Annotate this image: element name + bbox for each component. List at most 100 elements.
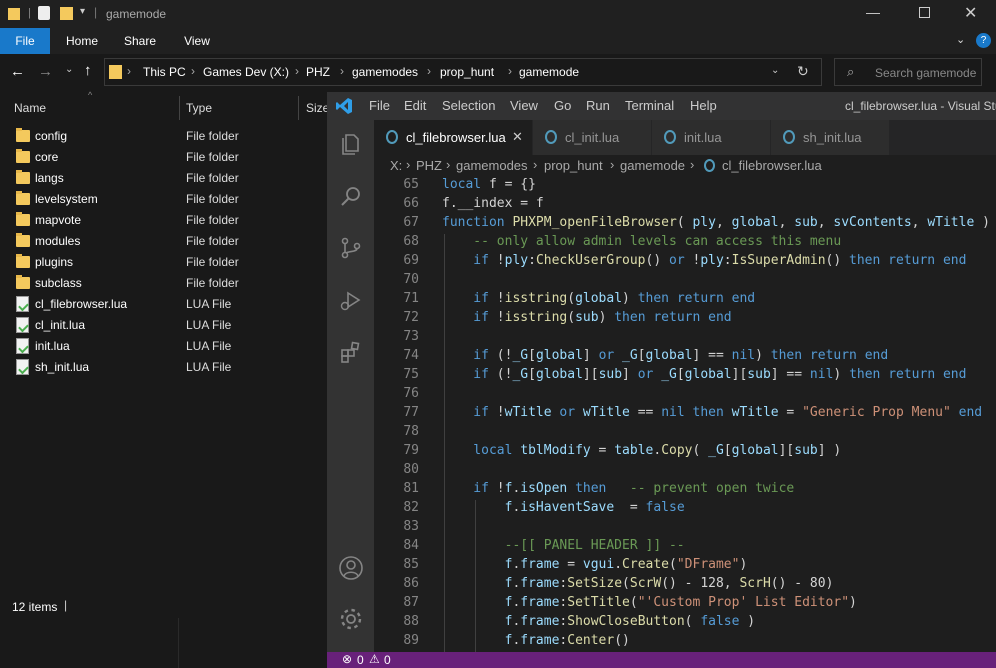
menu-help[interactable]: Help [690, 98, 717, 113]
code-token: global [731, 443, 779, 458]
refresh-icon[interactable]: ↻ [797, 63, 809, 80]
quick-access-dropdown-icon[interactable]: ▾ [80, 6, 85, 17]
line-number: 80 [403, 462, 419, 477]
breadcrumb-phz[interactable]: PHZ [306, 65, 330, 79]
code-token: nil [731, 348, 756, 363]
code-editor[interactable]: 65 local f = {} 66 f.__index = f 67 function … [374, 177, 996, 652]
search-icon[interactable] [339, 184, 363, 208]
list-item[interactable]: plugins File folder [0, 252, 330, 273]
code-token: _G [622, 348, 638, 363]
back-arrow-icon[interactable]: ← [10, 63, 25, 80]
error-count: 0 [357, 653, 364, 667]
breadcrumb-prop-hunt[interactable]: prop_hunt [544, 158, 603, 173]
code-line: local f = {} [442, 177, 536, 192]
tab-view[interactable]: View [176, 28, 218, 54]
properties-icon[interactable]: | [28, 7, 31, 19]
menu-view[interactable]: View [510, 98, 538, 113]
list-item[interactable]: core File folder [0, 147, 330, 168]
list-item[interactable]: cl_init.lua LUA File [0, 315, 330, 336]
errors-icon[interactable]: ⊗ [342, 652, 352, 666]
tab-home[interactable]: Home [60, 28, 104, 54]
breadcrumb-prop-hunt[interactable]: prop_hunt [440, 65, 494, 79]
tab-sh-init[interactable]: sh_init.lua [771, 120, 889, 155]
item-type: File folder [186, 234, 239, 248]
up-arrow-icon[interactable]: ↑ [84, 62, 92, 79]
column-name[interactable]: Name [14, 101, 46, 115]
list-item[interactable]: subclass File folder [0, 273, 330, 294]
list-item[interactable]: init.lua LUA File [0, 336, 330, 357]
breadcrumb-separator-icon: › [446, 157, 451, 172]
tab-init[interactable]: init.lua [652, 120, 770, 155]
breadcrumb-gamemode[interactable]: gamemode [620, 158, 685, 173]
code-token: local [442, 443, 521, 458]
settings-gear-icon[interactable] [338, 606, 364, 632]
checklist-icon[interactable] [38, 6, 50, 20]
new-folder-icon[interactable] [60, 7, 73, 20]
menu-edit[interactable]: Edit [404, 98, 426, 113]
list-item[interactable]: sh_init.lua LUA File [0, 357, 330, 378]
breadcrumb-file[interactable]: cl_filebrowser.lua [722, 158, 822, 173]
breadcrumb-gamemode[interactable]: gamemode [519, 65, 579, 79]
warning-count: 0 [384, 653, 391, 667]
run-debug-icon[interactable] [339, 288, 363, 312]
maximize-button[interactable] [919, 7, 930, 18]
list-item[interactable]: cl_filebrowser.lua LUA File [0, 294, 330, 315]
tab-cl-filebrowser[interactable]: cl_filebrowser.lua ✕ [374, 120, 532, 155]
close-tab-icon[interactable]: ✕ [512, 129, 523, 145]
warnings-icon[interactable]: ⚠ [369, 652, 380, 666]
code-token: = [778, 405, 803, 420]
forward-arrow-icon[interactable]: → [38, 63, 53, 80]
column-type[interactable]: Type [186, 101, 212, 115]
extensions-icon[interactable] [339, 340, 363, 364]
code-token: global [645, 348, 693, 363]
recent-locations-icon[interactable]: ⌄ [65, 64, 73, 75]
code-token: [ [528, 348, 536, 363]
code-token: [ [676, 367, 685, 382]
list-item[interactable]: levelsystem File folder [0, 189, 330, 210]
code-token: , [778, 215, 795, 230]
line-number: 69 [403, 253, 419, 268]
list-item[interactable]: mapvote File folder [0, 210, 330, 231]
menu-go[interactable]: Go [554, 98, 571, 113]
item-type: LUA File [186, 297, 232, 311]
menu-file[interactable]: File [369, 98, 390, 113]
vscode-window: File Edit Selection View Go Run Terminal… [327, 92, 996, 668]
lua-file-icon [16, 317, 29, 333]
column-size[interactable]: Size [306, 101, 329, 115]
column-divider[interactable] [179, 96, 180, 120]
search-box[interactable]: ⌕ Search gamemode [834, 58, 982, 86]
code-token: _G [512, 348, 529, 363]
tab-file[interactable]: File [0, 28, 50, 54]
code-token: global [535, 348, 583, 363]
list-item[interactable]: modules File folder [0, 231, 330, 252]
breadcrumb-gamemodes[interactable]: gamemodes [352, 65, 418, 79]
menu-selection[interactable]: Selection [442, 98, 495, 113]
breadcrumb-phz[interactable]: PHZ [416, 158, 442, 173]
line-number: 76 [403, 386, 419, 401]
help-icon[interactable]: ? [976, 33, 991, 48]
code-token: () [825, 253, 850, 268]
code-token: SetSize [567, 576, 623, 591]
accounts-icon[interactable] [338, 555, 364, 581]
breadcrumb-drive[interactable]: X: [390, 158, 402, 173]
menu-run[interactable]: Run [586, 98, 610, 113]
breadcrumb-drive[interactable]: Games Dev (X:) [203, 65, 289, 79]
explorer-files-icon[interactable] [339, 132, 363, 156]
source-control-icon[interactable] [339, 236, 363, 260]
menu-terminal[interactable]: Terminal [625, 98, 674, 113]
code-token: if [442, 310, 497, 325]
code-token: global [684, 367, 732, 382]
tab-share[interactable]: Share [118, 28, 162, 54]
breadcrumb-this-pc[interactable]: This PC [143, 65, 186, 79]
breadcrumb-gamemodes[interactable]: gamemodes [456, 158, 528, 173]
tab-cl-init[interactable]: cl_init.lua [533, 120, 651, 155]
column-divider[interactable] [298, 96, 299, 120]
close-button[interactable]: ✕ [964, 3, 977, 23]
list-item[interactable]: config File folder [0, 126, 330, 147]
address-bar[interactable]: › This PC › Games Dev (X:) › PHZ › gamem… [104, 58, 822, 86]
minimize-button[interactable]: — [866, 4, 880, 20]
address-dropdown-icon[interactable]: ⌄ [771, 65, 779, 76]
expand-ribbon-icon[interactable]: ⌄ [956, 33, 965, 46]
code-token: ply [692, 215, 716, 230]
list-item[interactable]: langs File folder [0, 168, 330, 189]
